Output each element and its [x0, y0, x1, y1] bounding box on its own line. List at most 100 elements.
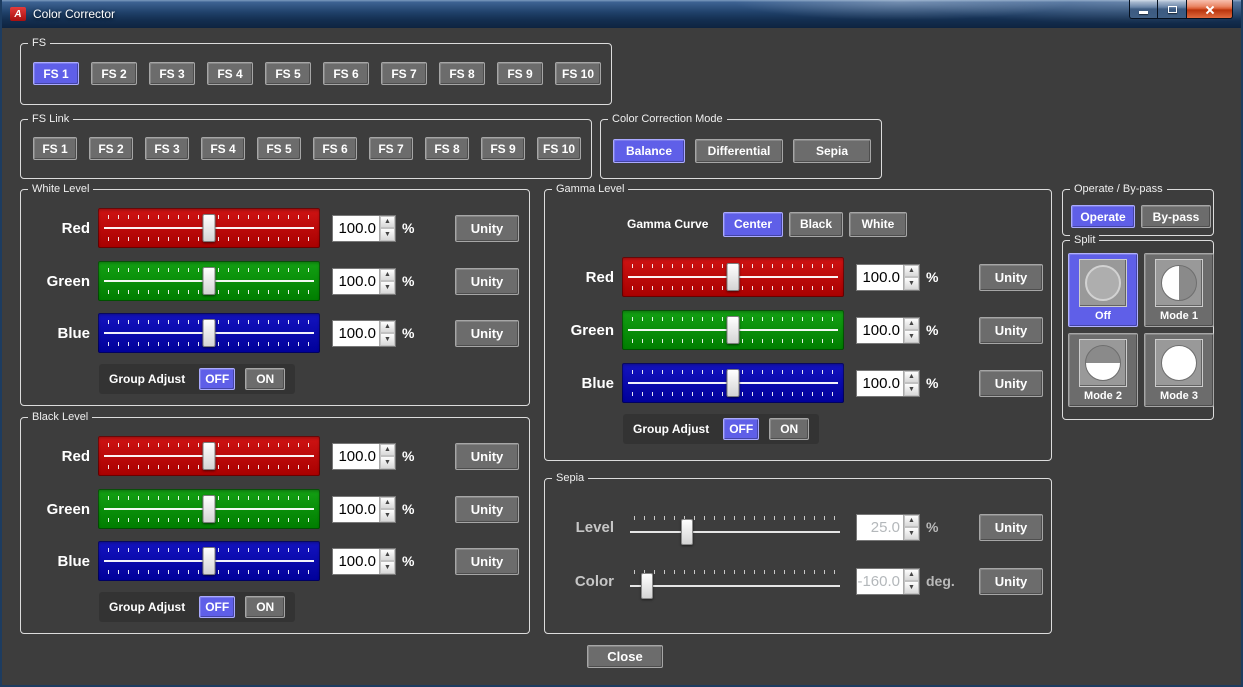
sepia-color-slider[interactable] — [630, 563, 840, 599]
spin-down-button[interactable]: ▼ — [380, 281, 395, 294]
gamma-blue-slider[interactable] — [622, 363, 844, 403]
slider-handle[interactable] — [203, 442, 216, 470]
spin-up-button[interactable]: ▲ — [380, 216, 395, 229]
slider-handle[interactable] — [203, 214, 216, 242]
black-green-spinner[interactable]: 100.0 ▲ ▼ — [332, 496, 396, 523]
split-mode2-button[interactable]: Mode 2 — [1068, 333, 1138, 407]
slider-handle[interactable] — [203, 495, 216, 523]
spin-up-button[interactable]: ▲ — [380, 549, 395, 562]
spin-down-button[interactable]: ▼ — [380, 509, 395, 522]
black-green-slider[interactable] — [98, 489, 320, 529]
white-red-unity-button[interactable]: Unity — [455, 215, 519, 242]
slider-handle[interactable] — [727, 369, 740, 397]
fs-link-1-button[interactable]: FS 1 — [33, 137, 77, 160]
gamma-group-adjust-on-button[interactable]: ON — [769, 418, 809, 440]
sepia-mode-button[interactable]: Sepia — [793, 139, 871, 163]
spin-up-button[interactable]: ▲ — [904, 318, 919, 331]
fs-7-button[interactable]: FS 7 — [381, 62, 427, 85]
sepia-level-slider[interactable] — [630, 509, 840, 545]
slider-handle[interactable] — [203, 267, 216, 295]
spin-down-button[interactable]: ▼ — [904, 330, 919, 343]
gamma-group-adjust-off-button[interactable]: OFF — [723, 418, 759, 440]
black-green-unity-button[interactable]: Unity — [455, 496, 519, 523]
fs-10-button[interactable]: FS 10 — [555, 62, 601, 85]
maximize-button[interactable] — [1158, 0, 1187, 19]
black-group-adjust-off-button[interactable]: OFF — [199, 596, 235, 618]
operate-button[interactable]: Operate — [1071, 205, 1135, 228]
white-group-adjust-on-button[interactable]: ON — [245, 368, 285, 390]
black-red-unity-button[interactable]: Unity — [455, 443, 519, 470]
gamma-red-unity-button[interactable]: Unity — [979, 264, 1043, 291]
gamma-curve-center-button[interactable]: Center — [723, 212, 783, 237]
black-blue-spinner[interactable]: 100.0 ▲ ▼ — [332, 548, 396, 575]
fs-link-4-button[interactable]: FS 4 — [201, 137, 245, 160]
slider-handle[interactable] — [641, 573, 653, 599]
white-green-spinner[interactable]: 100.0 ▲ ▼ — [332, 268, 396, 295]
spin-down-button[interactable]: ▼ — [904, 277, 919, 290]
black-group-adjust-on-button[interactable]: ON — [245, 596, 285, 618]
minimize-button[interactable] — [1129, 0, 1158, 19]
fs-4-button[interactable]: FS 4 — [207, 62, 253, 85]
spin-down-button[interactable]: ▼ — [380, 333, 395, 346]
fs-6-button[interactable]: FS 6 — [323, 62, 369, 85]
fs-link-3-button[interactable]: FS 3 — [145, 137, 189, 160]
titlebar[interactable]: A Color Corrector — [2, 0, 1241, 28]
close-window-button[interactable] — [1187, 0, 1233, 19]
gamma-curve-black-button[interactable]: Black — [789, 212, 843, 237]
gamma-green-unity-button[interactable]: Unity — [979, 317, 1043, 344]
spin-down-button[interactable]: ▼ — [380, 228, 395, 241]
gamma-red-spinner[interactable]: 100.0 ▲ ▼ — [856, 264, 920, 291]
fs-link-7-button[interactable]: FS 7 — [369, 137, 413, 160]
fs-9-button[interactable]: FS 9 — [497, 62, 543, 85]
slider-handle[interactable] — [203, 319, 216, 347]
fs-3-button[interactable]: FS 3 — [149, 62, 195, 85]
gamma-blue-spinner[interactable]: 100.0 ▲ ▼ — [856, 370, 920, 397]
white-red-slider[interactable] — [98, 208, 320, 248]
spin-down-button[interactable]: ▼ — [904, 383, 919, 396]
split-mode3-button[interactable]: Mode 3 — [1144, 333, 1214, 407]
white-green-slider[interactable] — [98, 261, 320, 301]
bypass-button[interactable]: By-pass — [1141, 205, 1211, 228]
spin-down-button[interactable]: ▼ — [380, 456, 395, 469]
black-red-spinner[interactable]: 100.0 ▲ ▼ — [332, 443, 396, 470]
slider-handle[interactable] — [203, 547, 216, 575]
slider-handle[interactable] — [681, 519, 693, 545]
fs-link-6-button[interactable]: FS 6 — [313, 137, 357, 160]
fs-5-button[interactable]: FS 5 — [265, 62, 311, 85]
fs-link-9-button[interactable]: FS 9 — [481, 137, 525, 160]
fs-link-5-button[interactable]: FS 5 — [257, 137, 301, 160]
gamma-blue-unity-button[interactable]: Unity — [979, 370, 1043, 397]
spin-up-button[interactable]: ▲ — [380, 497, 395, 510]
black-red-slider[interactable] — [98, 436, 320, 476]
fs-2-button[interactable]: FS 2 — [91, 62, 137, 85]
white-blue-slider[interactable] — [98, 313, 320, 353]
white-blue-unity-button[interactable]: Unity — [455, 320, 519, 347]
fs-1-button[interactable]: FS 1 — [33, 62, 79, 85]
gamma-green-slider[interactable] — [622, 310, 844, 350]
sepia-color-unity-button[interactable]: Unity — [979, 568, 1043, 595]
spin-up-button[interactable]: ▲ — [380, 444, 395, 457]
spin-up-button[interactable]: ▲ — [904, 265, 919, 278]
slider-handle[interactable] — [727, 263, 740, 291]
fs-link-10-button[interactable]: FS 10 — [537, 137, 581, 160]
spin-up-button[interactable]: ▲ — [380, 269, 395, 282]
split-mode1-button[interactable]: Mode 1 — [1144, 253, 1214, 327]
black-blue-unity-button[interactable]: Unity — [455, 548, 519, 575]
split-off-button[interactable]: Off — [1068, 253, 1138, 327]
white-group-adjust-off-button[interactable]: OFF — [199, 368, 235, 390]
fs-link-8-button[interactable]: FS 8 — [425, 137, 469, 160]
spin-down-button[interactable]: ▼ — [380, 561, 395, 574]
slider-handle[interactable] — [727, 316, 740, 344]
gamma-red-slider[interactable] — [622, 257, 844, 297]
gamma-curve-white-button[interactable]: White — [849, 212, 907, 237]
fs-link-2-button[interactable]: FS 2 — [89, 137, 133, 160]
spin-up-button[interactable]: ▲ — [904, 371, 919, 384]
white-red-spinner[interactable]: 100.0 ▲ ▼ — [332, 215, 396, 242]
white-green-unity-button[interactable]: Unity — [455, 268, 519, 295]
spin-up-button[interactable]: ▲ — [380, 321, 395, 334]
gamma-green-spinner[interactable]: 100.0 ▲ ▼ — [856, 317, 920, 344]
close-button[interactable]: Close — [587, 645, 663, 668]
fs-8-button[interactable]: FS 8 — [439, 62, 485, 85]
white-blue-spinner[interactable]: 100.0 ▲ ▼ — [332, 320, 396, 347]
balance-mode-button[interactable]: Balance — [613, 139, 685, 163]
